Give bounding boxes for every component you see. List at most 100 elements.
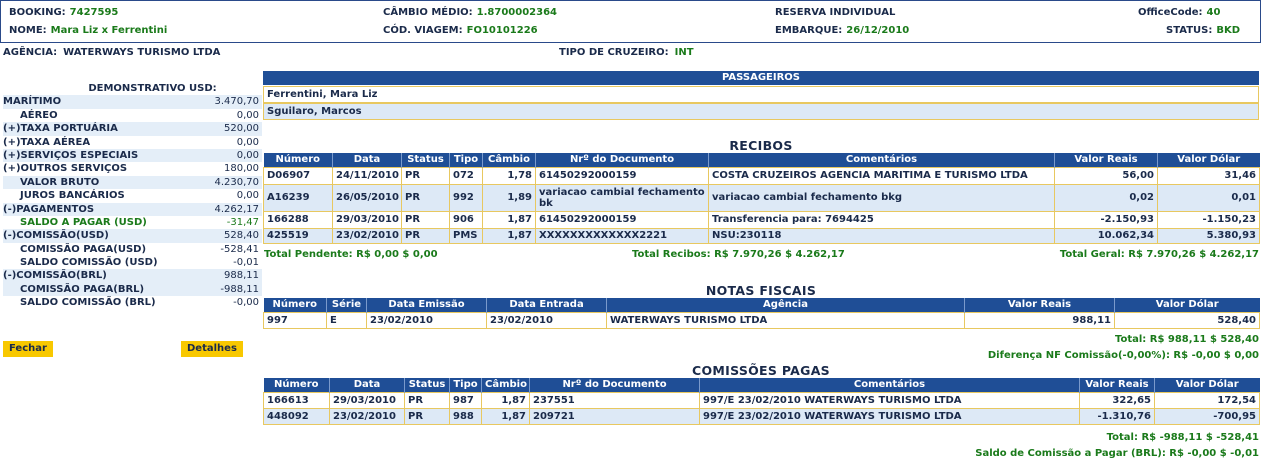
fechar-button[interactable]: Fechar (3, 341, 53, 357)
table-cell: 23/02/2010 (332, 227, 402, 244)
summary-label: (-)COMISSÃO(USD) (3, 230, 109, 242)
table-row: 448092 23/02/2010 PR 988 1,87 209721 997/E 23/… (263, 407, 1260, 425)
notas-fiscais-table: Número Série Data Emissão Data Entrada Agênc… (263, 298, 1260, 329)
summary-row: JUROS BANCÁRIOS 0,00 (3, 189, 262, 202)
table-cell: 997/E 23/02/2010 WATERWAYS TURISMO LTDA (699, 391, 1080, 409)
table-cell: 10.062,34 (1054, 227, 1158, 244)
table-cell: -700,95 (1154, 407, 1260, 425)
booking-header: BOOKING: 7427595 NOME: Mara Liz x Ferrenti… (0, 0, 1261, 43)
summary-label: SALDO A PAGAR (USD) (20, 216, 147, 228)
summary-label: (+)TAXA PORTUÁRIA (3, 123, 118, 135)
status-value: BKD (1216, 25, 1241, 36)
office-code-value: 40 (1206, 7, 1221, 18)
table-cell: 425519 (263, 227, 333, 244)
table-cell: 166613 (263, 391, 330, 409)
summary-label: COMISSÃO PAGA(BRL) (20, 283, 145, 295)
summary-row: (+)SERVIÇOS ESPECIAIS 0,00 (3, 148, 262, 163)
column-header: Número (263, 298, 327, 312)
cod-viagem-field: CÓD. VIAGEM: FO10101226 (383, 25, 538, 36)
table-cell: PR (404, 407, 450, 425)
embarque-label: EMBARQUE: (775, 25, 843, 36)
passenger-row: Ferrentini, Mara Liz (263, 86, 1259, 103)
summary-value: 180,00 (224, 163, 259, 175)
summary-value: 988,11 (224, 270, 259, 282)
comissoes-total: Total: R$ -988,11 $ -528,41 (1106, 432, 1259, 443)
comissoes-pagas-table: Número Data Status Tipo Câmbio Nrº do Documen… (263, 378, 1260, 425)
column-header: Comentários (699, 378, 1080, 392)
demonstrativo-title: DEMONSTRATIVO USD: (88, 83, 217, 94)
table-cell: PR (401, 183, 450, 212)
cambio-value: 1.8700002364 (476, 7, 558, 18)
tipo-cruzeiro-line: TIPO DE CRUZEIRO: INT (559, 47, 694, 58)
table-cell: A16239 (263, 183, 333, 212)
cod-viagem-value: FO10101226 (466, 25, 538, 36)
table-cell: 61450292000159 (535, 210, 709, 229)
column-header: Agência (606, 298, 965, 312)
agencia-value: WATERWAYS TURISMO LTDA (63, 47, 221, 58)
table-cell: PR (401, 210, 450, 229)
table-cell: 072 (449, 166, 483, 185)
summary-row: (+)OUTROS SERVIÇOS 180,00 (3, 162, 262, 175)
column-header: Tipo (449, 378, 482, 392)
table-row: 166288 29/03/2010 PR 906 1,87 61450292000159 T… (263, 210, 1260, 229)
detalhes-button[interactable]: Detalhes (181, 341, 243, 357)
summary-row: (-)COMISSÃO(BRL) 988,11 (3, 269, 262, 283)
table-row: 425519 23/02/2010 PR PMS 1,87 XXXXXXXXXXXXX22… (263, 227, 1260, 244)
summary-label: (+)TAXA AÉREA (3, 136, 91, 148)
table-cell: 1,87 (481, 391, 530, 409)
summary-label: SALDO COMISSÃO (USD) (20, 257, 158, 269)
table-cell: PMS (449, 227, 483, 244)
tipo-cruzeiro-value: INT (674, 47, 694, 58)
summary-row: COMISSÃO PAGA(BRL) -988,11 (3, 282, 262, 297)
table-cell: 0,02 (1054, 183, 1158, 212)
notas-fiscais-title: NOTAS FISCAIS (705, 283, 817, 298)
table-cell: 1,87 (481, 407, 530, 425)
column-header: Nrº do Documento (535, 153, 709, 167)
summary-label: MARÍTIMO (3, 96, 62, 108)
notas-total: Total: R$ 988,11 $ 528,40 (1114, 334, 1259, 345)
column-header: Valor Dólar (1154, 378, 1260, 392)
table-cell: 992 (449, 183, 483, 212)
table-cell: 987 (449, 391, 482, 409)
table-cell: 997/E 23/02/2010 WATERWAYS TURISMO LTDA (699, 407, 1080, 425)
table-cell: 997 (263, 311, 327, 329)
summary-label: (+)SERVIÇOS ESPECIAIS (3, 149, 139, 161)
table-cell: 23/02/2010 (329, 407, 405, 425)
table-cell: variacao cambial fechamento bkg (708, 183, 1055, 212)
summary-value: 3.470,70 (214, 96, 259, 108)
comissoes-pagas-title: COMISSÕES PAGAS (692, 363, 830, 378)
status-field: STATUS: BKD (1166, 25, 1240, 36)
column-header: Comentários (708, 153, 1055, 167)
summary-value: 528,40 (224, 230, 259, 242)
office-code-label: OfficeCode: (1138, 7, 1203, 18)
table-cell: 61450292000159 (535, 166, 709, 185)
total-recibos: Total Recibos: R$ 7.970,26 $ 4.262,17 (632, 249, 845, 260)
table-cell: 988 (449, 407, 482, 425)
saldo-comissao-pagar: Saldo de Comissão a Pagar (BRL): R$ -0,0… (975, 448, 1259, 459)
column-header: Valor Reais (1079, 378, 1155, 392)
passenger-row: Sguilaro, Marcos (263, 103, 1259, 120)
summary-row: SALDO COMISSÃO (BRL) -0,00 (3, 296, 262, 309)
summary-label: (+)OUTROS SERVIÇOS (3, 163, 128, 175)
agencia-line: AGÊNCIA: WATERWAYS TURISMO LTDA (3, 47, 220, 58)
passageiros-header: PASSAGEIROS (263, 71, 1259, 85)
summary-value: 0,00 (236, 109, 259, 121)
table-cell: 29/03/2010 (332, 210, 402, 229)
column-header: Status (404, 378, 450, 392)
column-header: Câmbio (482, 153, 536, 167)
table-row: D06907 24/11/2010 PR 072 1,78 61450292000159 C… (263, 166, 1260, 185)
column-header: Valor Reais (1054, 153, 1158, 167)
column-header: Número (263, 378, 330, 392)
summary-value: -0,01 (233, 257, 259, 269)
column-header: Número (263, 153, 333, 167)
summary-value: -0,00 (233, 297, 259, 309)
recibos-table: Número Data Status Tipo Câmbio Nrº do Documen… (263, 153, 1260, 244)
column-header: Data Emissão (366, 298, 487, 312)
diferenca-nf-comissao: Diferença NF Comissão(-0,00%): R$ -0,00 … (987, 350, 1259, 361)
table-cell: variacao cambial fechamento bk (535, 183, 709, 212)
table-cell: XXXXXXXXXXXXX2221 (535, 227, 709, 244)
summary-row: VALOR BRUTO 4.230,70 (3, 175, 262, 190)
table-cell: 5.380,93 (1157, 227, 1260, 244)
column-header: Status (401, 153, 450, 167)
table-cell: -1.310,76 (1079, 407, 1155, 425)
